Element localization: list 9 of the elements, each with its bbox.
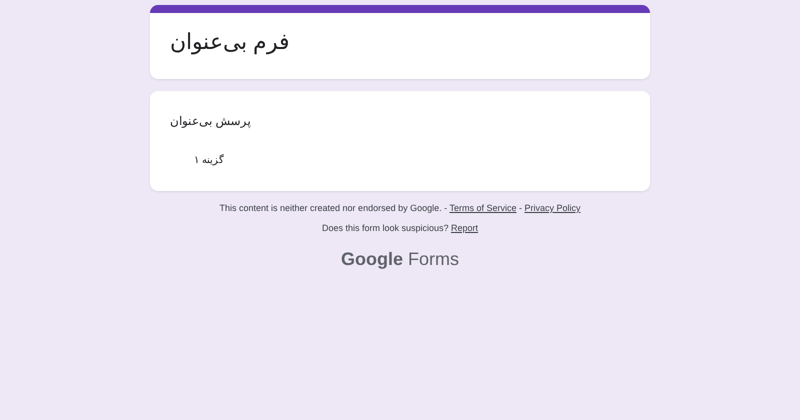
form-title: فرم بی‌عنوان: [170, 29, 290, 56]
terms-link[interactable]: Terms of Service: [449, 203, 516, 213]
disclaimer-text: This content is neither created nor endorsed by Google. - Terms of Service - Privacy Policy: [218, 203, 582, 215]
option-label[interactable]: گزینه ۱: [194, 153, 224, 168]
report-link[interactable]: Report: [451, 222, 478, 233]
privacy-link[interactable]: Privacy Policy: [524, 203, 580, 213]
google-forms-logo[interactable]: Google Forms: [341, 246, 459, 274]
report-text: Does this form look suspicious? Report: [320, 222, 480, 234]
question-title: پرسش بی‌عنوان: [170, 113, 250, 130]
